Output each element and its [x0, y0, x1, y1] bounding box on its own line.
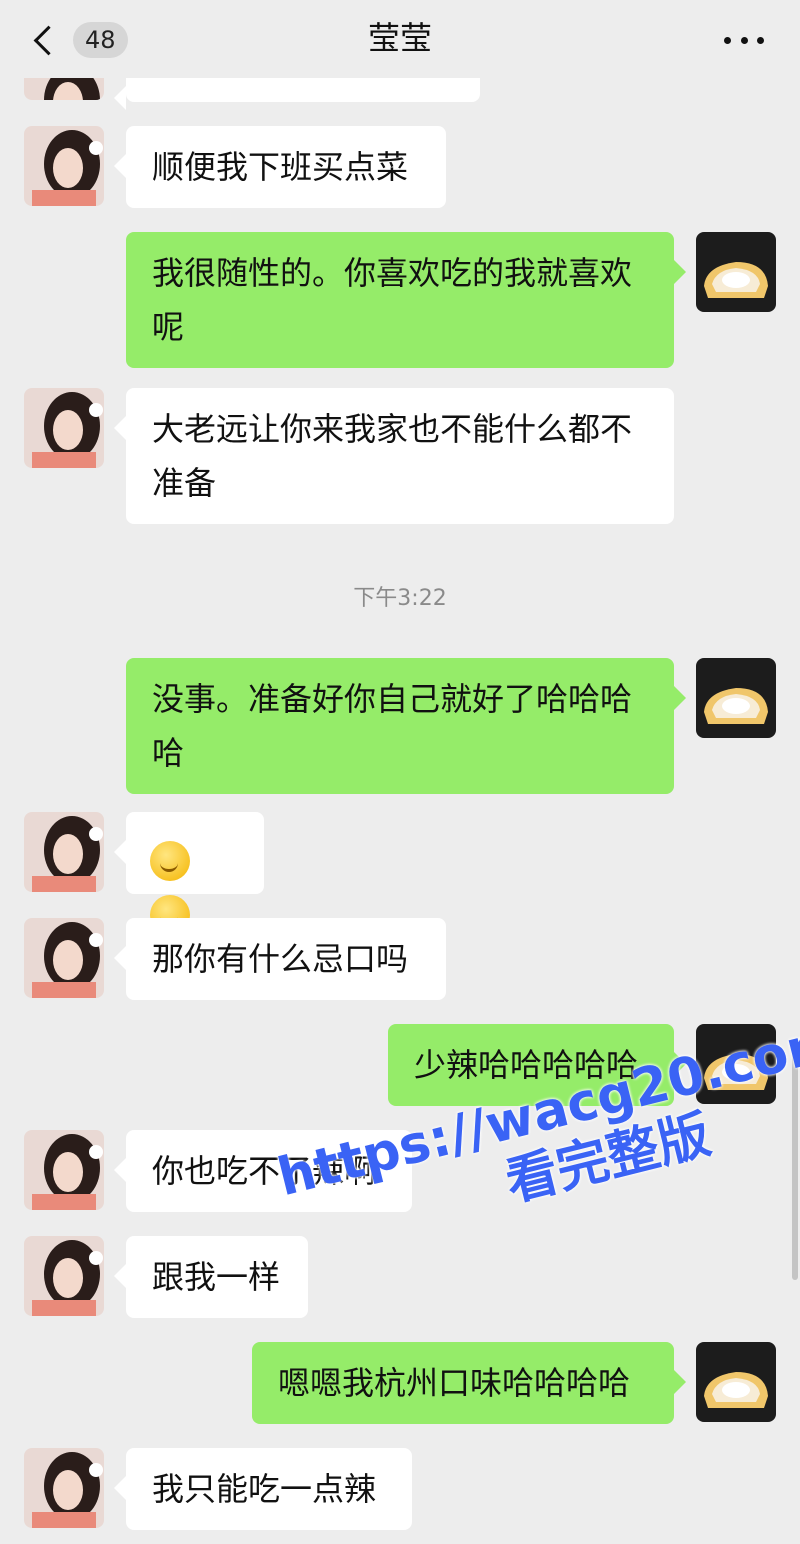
dot-icon: [740, 36, 748, 44]
woman-portrait-icon: [24, 126, 104, 206]
woman-portrait-icon: [24, 388, 104, 468]
message-bubble[interactable]: 顺便我下班买点菜: [114, 126, 446, 208]
contact-avatar[interactable]: [24, 126, 104, 206]
dot-icon: [757, 36, 764, 44]
woman-portrait-icon: [24, 1448, 104, 1528]
self-avatar[interactable]: [696, 1342, 776, 1422]
message-bubble[interactable]: 我只能吃一点辣: [114, 1448, 412, 1530]
contact-avatar[interactable]: [24, 918, 104, 998]
more-options-button[interactable]: [724, 26, 764, 54]
contact-avatar[interactable]: [24, 1236, 104, 1316]
hug-face-emoji-icon: [150, 841, 190, 881]
message-bubble[interactable]: 我很随性的。你喜欢吃的我就喜欢呢: [126, 232, 686, 368]
self-avatar[interactable]: [696, 658, 776, 738]
message-timestamp: 下午3:22: [353, 586, 447, 611]
bread-cartoon-icon: [696, 232, 776, 312]
dot-icon: [724, 36, 731, 44]
message-bubble[interactable]: 大老远让你来我家也不能什么都不准备: [114, 388, 674, 524]
chat-title: 莹莹: [367, 19, 432, 57]
woman-portrait-icon: [24, 1130, 104, 1210]
message-bubble[interactable]: 没事。准备好你自己就好了哈哈哈哈: [126, 658, 686, 794]
bread-cartoon-icon: [696, 658, 776, 738]
message-bubble[interactable]: 那你有什么忌口吗: [114, 918, 446, 1000]
woman-portrait-icon: [24, 918, 104, 998]
contact-avatar[interactable]: [24, 1448, 104, 1528]
chat-header: 48 莹莹: [0, 0, 800, 78]
woman-portrait-icon: [24, 812, 104, 892]
message-bubble[interactable]: 跟我一样: [114, 1236, 308, 1318]
bread-cartoon-icon: [696, 1342, 776, 1422]
message-bubble[interactable]: 嗯嗯我杭州口味哈哈哈哈: [252, 1342, 686, 1424]
self-avatar[interactable]: [696, 232, 776, 312]
message-bubble-emoji[interactable]: [114, 812, 264, 935]
contact-avatar[interactable]: [24, 388, 104, 468]
contact-avatar[interactable]: [24, 1130, 104, 1210]
contact-avatar[interactable]: [24, 812, 104, 892]
woman-portrait-icon: [24, 1236, 104, 1316]
